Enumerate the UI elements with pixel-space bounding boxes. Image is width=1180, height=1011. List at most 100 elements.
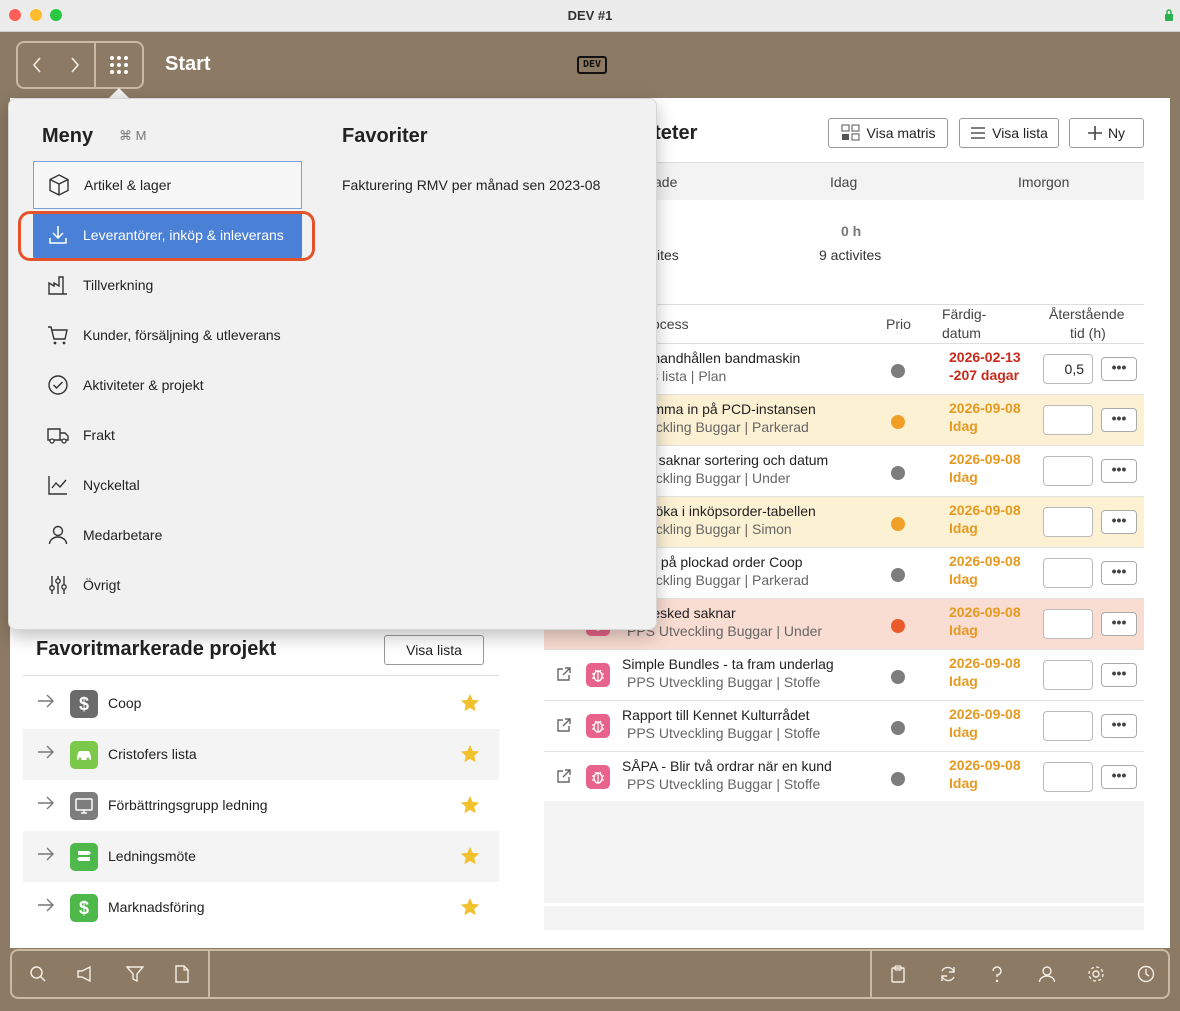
filter-button[interactable]	[117, 957, 153, 991]
more-options-button[interactable]: •••	[1101, 714, 1137, 738]
arrow-right-icon[interactable]	[37, 796, 55, 813]
more-options-button[interactable]: •••	[1101, 510, 1137, 534]
external-link-icon[interactable]	[556, 717, 572, 736]
menu-item-check-circle[interactable]: Aktiviteter & projekt	[33, 361, 302, 409]
toolbar-separator	[870, 951, 872, 997]
menu-grid-button[interactable]	[94, 43, 142, 87]
favorites-title: Favoriter	[342, 125, 428, 147]
star-icon[interactable]	[459, 692, 481, 717]
menu-item-factory[interactable]: Tillverkning	[33, 261, 302, 309]
menu-item-cart[interactable]: Kunder, försäljning & utleverans	[33, 311, 302, 359]
more-options-button[interactable]: •••	[1101, 459, 1137, 483]
star-icon[interactable]	[459, 896, 481, 921]
priority-indicator	[891, 568, 905, 582]
announce-button[interactable]	[68, 957, 104, 991]
table-empty-area	[544, 801, 1144, 903]
priority-indicator	[891, 670, 905, 684]
remaining-time-input[interactable]	[1043, 558, 1093, 588]
forward-button[interactable]	[56, 43, 94, 87]
menu-item-line-chart[interactable]: Nyckeltal	[33, 461, 302, 509]
remaining-time-input[interactable]	[1043, 711, 1093, 741]
back-button[interactable]	[18, 43, 56, 87]
menu-item-label: Medarbetare	[83, 527, 163, 543]
project-row[interactable]: Förbättringsgrupp ledning	[23, 780, 499, 831]
remaining-time-input[interactable]	[1043, 609, 1093, 639]
star-icon[interactable]	[459, 845, 481, 870]
more-options-button[interactable]: •••	[1101, 561, 1137, 585]
favorite-link[interactable]: Fakturering RMV per månad sen 2023-08	[342, 177, 600, 193]
activity-title: Simple Bundles - ta fram underlag	[622, 656, 834, 672]
gear-icon	[1088, 966, 1104, 982]
person-icon	[33, 523, 81, 547]
more-options-button[interactable]: •••	[1101, 357, 1137, 381]
remaining-time-input[interactable]	[1043, 762, 1093, 792]
history-button[interactable]	[1128, 957, 1164, 991]
more-options-button[interactable]: •••	[1101, 663, 1137, 687]
activity-row[interactable]: Simple Bundles - ta fram underlag PPS Utv…	[544, 650, 1144, 701]
more-options-button[interactable]: •••	[1101, 765, 1137, 789]
col-date-line1: Färdig-	[942, 306, 987, 322]
menu-item-label: Tillverkning	[83, 277, 154, 293]
check-circle-icon	[33, 373, 81, 397]
star-icon[interactable]	[459, 794, 481, 819]
arrow-right-icon[interactable]	[37, 745, 55, 762]
app-header: Start DEV	[0, 32, 1180, 98]
menu-item-person[interactable]: Medarbetare	[33, 511, 302, 559]
toolbar-separator	[208, 951, 210, 997]
profile-button[interactable]	[1029, 957, 1065, 991]
main-menu-popover: Meny ⌘ M Favoriter Fakturering RMV per m…	[8, 98, 657, 630]
more-options-button[interactable]: •••	[1101, 408, 1137, 432]
menu-item-label: Övrigt	[83, 577, 121, 593]
priority-indicator	[891, 466, 905, 480]
project-row[interactable]: $ Coop	[23, 678, 499, 729]
grid-icon	[110, 56, 128, 74]
menu-item-label: Kunder, försäljning & utleverans	[83, 327, 281, 343]
remaining-time-input[interactable]	[1043, 660, 1093, 690]
activity-row[interactable]: SÅPA - Blir två ordrar när en kund PPS Ut…	[544, 752, 1144, 803]
project-row[interactable]: Ledningsmöte	[23, 831, 499, 882]
show-matrix-button[interactable]: Visa matris	[828, 118, 948, 148]
settings-button[interactable]	[1078, 957, 1114, 991]
more-options-button[interactable]: •••	[1101, 612, 1137, 636]
star-icon[interactable]	[459, 743, 481, 768]
remaining-time-input[interactable]	[1043, 405, 1093, 435]
menu-item-label: Aktiviteter & projekt	[83, 377, 204, 393]
menu-item-label: Frakt	[83, 427, 115, 443]
summary-today-count: 9 activites	[819, 247, 882, 263]
external-link-icon[interactable]	[556, 768, 572, 787]
activity-title: SÅPA - Blir två ordrar när en kund	[622, 758, 832, 774]
document-button[interactable]	[164, 957, 200, 991]
show-list-button[interactable]: Visa lista	[959, 118, 1059, 148]
menu-item-truck[interactable]: Frakt	[33, 411, 302, 459]
document-icon	[175, 965, 189, 983]
favorite-projects-title: Favoritmarkerade projekt	[36, 638, 277, 660]
remaining-time-input[interactable]	[1043, 456, 1093, 486]
summary-col-overdue: ade	[654, 174, 678, 190]
help-button[interactable]	[979, 957, 1015, 991]
show-matrix-label: Visa matris	[866, 125, 936, 141]
activity-row[interactable]: Rapport till Kennet Kulturrådet PPS Utvec…	[544, 701, 1144, 752]
bug-icon	[586, 765, 610, 789]
menu-item-sliders[interactable]: Övrigt	[33, 561, 302, 609]
arrow-right-icon[interactable]	[37, 694, 55, 711]
col-remaining-line1: Återstående	[1049, 306, 1125, 322]
project-row[interactable]: $ Marknadsföring	[23, 882, 499, 933]
priority-indicator	[891, 619, 905, 633]
new-activity-button[interactable]: Ny	[1069, 118, 1144, 148]
search-button[interactable]	[20, 957, 56, 991]
remaining-time-input[interactable]	[1043, 507, 1093, 537]
external-link-icon[interactable]	[556, 666, 572, 685]
priority-indicator	[891, 364, 905, 378]
project-name: Coop	[108, 695, 142, 711]
col-process: ocess	[652, 316, 689, 332]
menu-item-box[interactable]: Artikel & lager	[33, 161, 302, 209]
col-prio: Prio	[886, 316, 911, 332]
activity-subtitle: PPS Utveckling Buggar | Stoffe	[627, 725, 821, 741]
arrow-right-icon[interactable]	[37, 847, 55, 864]
clipboard-button[interactable]	[880, 957, 916, 991]
remaining-time-input[interactable]: 0,5	[1043, 354, 1093, 384]
refresh-button[interactable]	[930, 957, 966, 991]
projects-show-list-button[interactable]: Visa lista	[384, 635, 484, 665]
project-row[interactable]: Cristofers lista	[23, 729, 499, 780]
arrow-right-icon[interactable]	[37, 898, 55, 915]
